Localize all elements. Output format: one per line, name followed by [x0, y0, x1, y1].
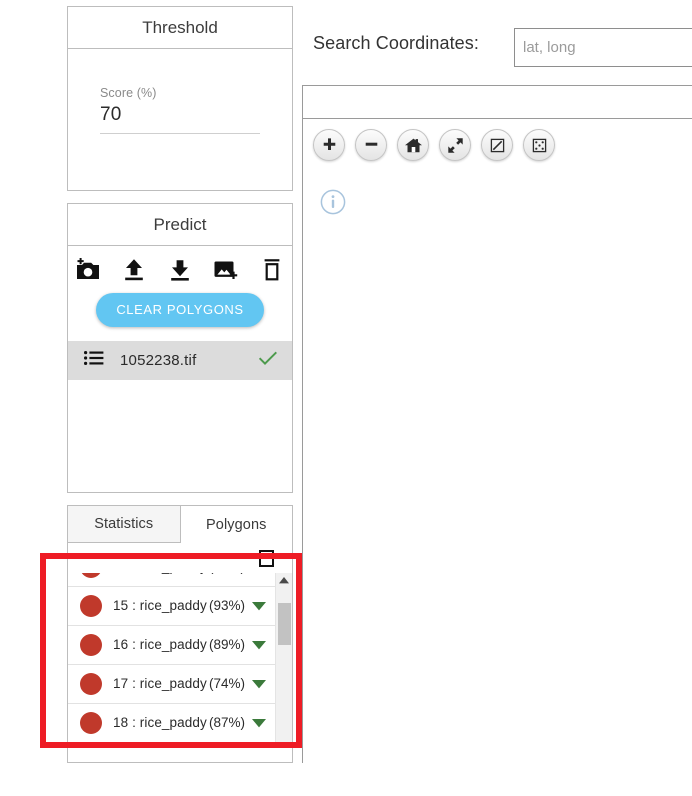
polygon-list-item[interactable]: 16 : rice_paddy (89%) [68, 626, 275, 665]
polygon-label: 16 : rice_paddy [113, 637, 207, 652]
file-list-item[interactable]: 1052238.tif [68, 341, 292, 380]
score-field-value[interactable]: 70 [100, 101, 260, 128]
chevron-down-icon[interactable] [249, 601, 269, 611]
select-all-checkbox[interactable] [259, 549, 274, 567]
tab-statistics-label: Statistics [94, 516, 154, 532]
polygon-label-wrap: 16 : rice_paddy (89%) [113, 635, 249, 655]
clear-polygons-button[interactable]: CLEAR POLYGONS [96, 293, 264, 327]
polygon-color-dot [80, 634, 102, 656]
select-area-icon[interactable] [523, 129, 555, 161]
search-coordinates-label: Search Coordinates: [313, 33, 479, 53]
polygon-score: (89%) [209, 637, 246, 652]
polygon-label: 18 : rice_paddy [113, 715, 207, 730]
polygon-list: 14 : rice_paddy (78%) 15 : rice_paddy (9… [68, 573, 275, 743]
bottom-panel: Statistics Polygons 14 : rice_paddy (78%… [67, 505, 293, 763]
polygon-label-wrap: 15 : rice_paddy (93%) [113, 596, 249, 616]
polygon-label: 14 : rice_paddy [113, 573, 207, 577]
fullscreen-icon[interactable] [439, 129, 471, 161]
polygon-list-item[interactable]: 14 : rice_paddy (78%) [68, 573, 275, 587]
file-name-label: 1052238.tif [120, 352, 197, 369]
delete-icon[interactable] [257, 255, 287, 285]
polygon-score: (87%) [209, 715, 246, 730]
tab-statistics[interactable]: Statistics [68, 506, 181, 543]
polygon-label-wrap: 14 : rice_paddy (78%) [113, 573, 249, 577]
polygon-color-dot [80, 712, 102, 734]
chevron-down-icon[interactable] [249, 679, 269, 689]
predict-panel-title: Predict [68, 204, 292, 246]
zoom-in-icon[interactable] [313, 129, 345, 161]
download-icon[interactable] [165, 255, 195, 285]
predict-panel-body: CLEAR POLYGONS 1052238.tif [68, 246, 292, 493]
predict-panel: Predict CLEAR POLYGONS 1052238.tif [67, 203, 293, 493]
draw-line-icon[interactable] [481, 129, 513, 161]
predict-toolbar [68, 246, 292, 285]
select-all-row [68, 543, 292, 573]
polygon-list-container: 14 : rice_paddy (78%) 15 : rice_paddy (9… [68, 573, 292, 745]
add-photo-icon[interactable] [73, 255, 103, 285]
threshold-panel-title: Threshold [68, 7, 292, 49]
polygon-label-wrap: 18 : rice_paddy (87%) [113, 713, 249, 733]
threshold-panel: Threshold Score (%) 70 [67, 6, 293, 191]
chevron-down-icon[interactable] [249, 640, 269, 650]
upload-icon[interactable] [119, 255, 149, 285]
scroll-up-arrow-icon[interactable] [276, 573, 292, 588]
polygon-color-dot [80, 673, 102, 695]
polygon-score: (74%) [209, 676, 246, 691]
scrollbar-thumb[interactable] [278, 603, 291, 645]
polygon-score: (78%) [209, 573, 245, 577]
polygon-color-dot [80, 573, 102, 578]
polygon-label: 17 : rice_paddy [113, 676, 207, 691]
score-field-label: Score (%) [100, 86, 157, 100]
polygon-list-item[interactable]: 18 : rice_paddy (87%) [68, 704, 275, 743]
score-field-underline [100, 133, 260, 134]
polygon-list-item[interactable]: 15 : rice_paddy (93%) [68, 587, 275, 626]
home-icon[interactable] [397, 129, 429, 161]
tab-polygons-label: Polygons [206, 516, 267, 533]
polygon-score: (93%) [209, 598, 246, 613]
clear-polygons-row: CLEAR POLYGONS [68, 285, 292, 327]
polygon-label-wrap: 17 : rice_paddy (74%) [113, 674, 249, 694]
map-panel [302, 85, 692, 796]
check-icon [258, 350, 278, 371]
polygon-list-scrollbar[interactable] [275, 573, 292, 745]
polygon-label: 15 : rice_paddy [113, 598, 207, 613]
tab-polygons[interactable]: Polygons [180, 506, 292, 543]
polygon-color-dot [80, 595, 102, 617]
polygon-list-item[interactable]: 17 : rice_paddy (74%) [68, 665, 275, 704]
add-image-icon[interactable] [211, 255, 241, 285]
map-toolbar [313, 129, 555, 161]
coordinate-search-input[interactable] [514, 28, 692, 67]
map-canvas[interactable] [303, 119, 692, 796]
map-topbar [303, 86, 692, 119]
panel-tabs: Statistics Polygons [68, 506, 292, 543]
chevron-down-icon[interactable] [249, 718, 269, 728]
list-icon [84, 351, 104, 370]
info-icon[interactable] [320, 189, 346, 215]
zoom-out-icon[interactable] [355, 129, 387, 161]
score-field[interactable]: Score (%) 70 [68, 49, 292, 134]
